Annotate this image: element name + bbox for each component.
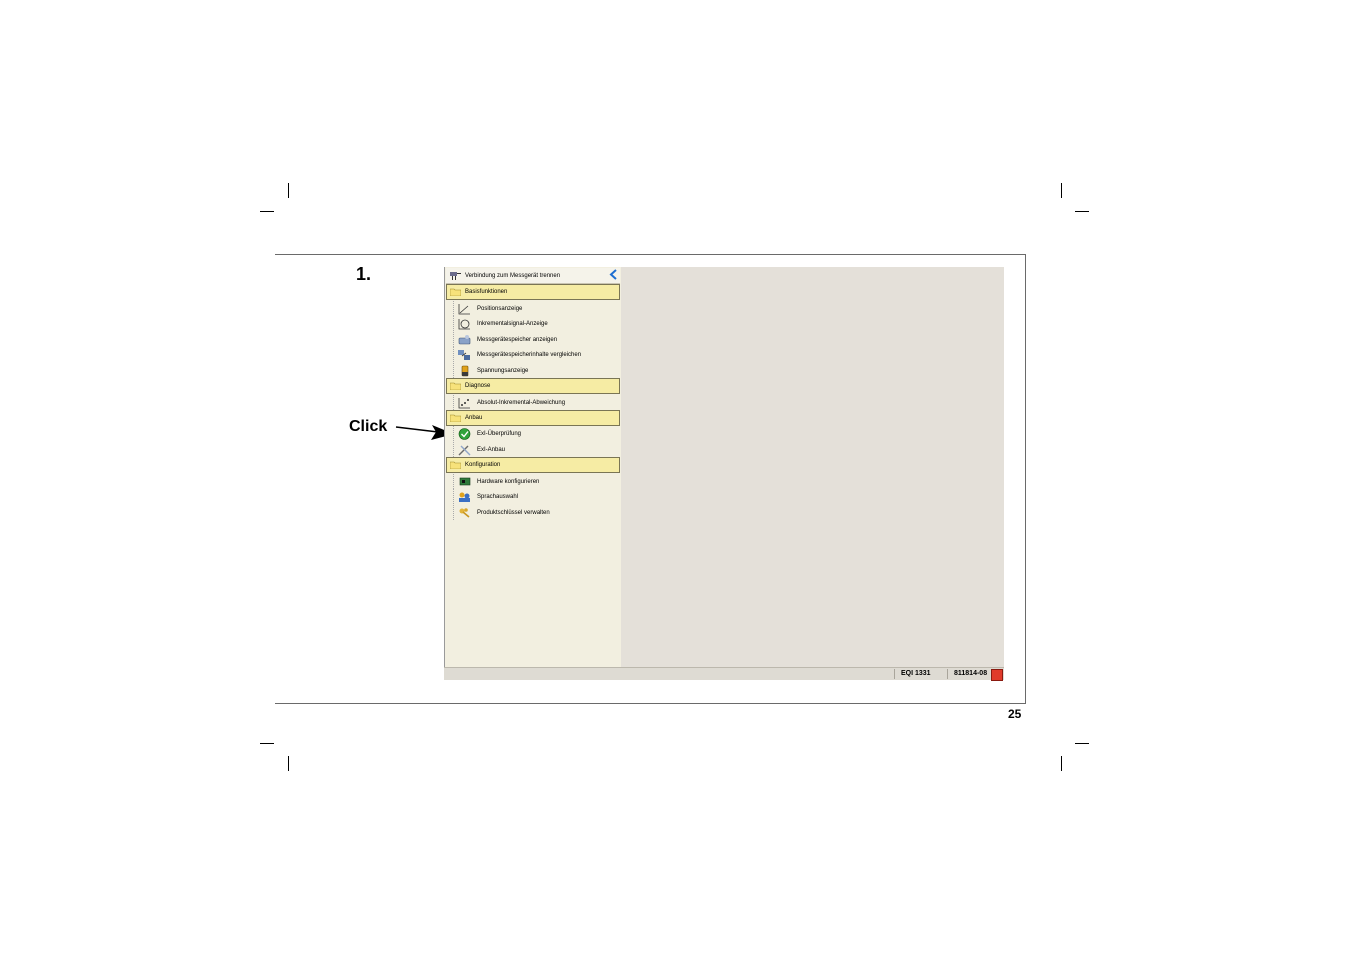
nav-item-hardware[interactable]: Hardware konfigurieren <box>453 474 539 489</box>
folder-icon <box>450 288 461 296</box>
group-label: Basisfunktionen <box>465 289 508 295</box>
nav-item-label: ExI-Anbau <box>477 446 506 453</box>
group-label: Konfiguration <box>465 462 501 468</box>
crop-mark <box>260 211 274 212</box>
disconnect-label: Verbindung zum Messgerät trennen <box>465 272 561 279</box>
app-screenshot: Verbindung zum Messgerät trennen Basisfu… <box>444 267 1004 681</box>
crop-mark <box>1075 211 1089 212</box>
crop-mark <box>288 183 289 198</box>
disconnect-plug-icon <box>450 272 461 280</box>
group-diagnose[interactable]: Diagnose <box>446 378 620 394</box>
crop-mark <box>288 756 289 771</box>
nav-item-abweichung[interactable]: Absolut-Inkremental-Abweichung <box>453 395 565 410</box>
step-number: 1. <box>356 264 372 284</box>
folder-icon <box>450 414 461 422</box>
nav-item-speicher-anzeigen[interactable]: Messgerätespeicher anzeigen <box>453 332 557 347</box>
collapse-chevron-icon[interactable] <box>608 269 618 280</box>
nav-item-label: Positionsanzeige <box>477 305 523 312</box>
language-people-icon <box>459 492 470 502</box>
folder-icon <box>450 461 461 469</box>
tools-icon <box>458 445 471 455</box>
status-device: EQI 1331 <box>894 669 931 679</box>
nav-item-speicher-vergleichen[interactable]: Messgerätespeicherinhalte vergleichen <box>453 347 581 362</box>
nav-item-positionsanzeige[interactable]: Positionsanzeige <box>453 301 522 316</box>
nav-item-label: Produktschlüssel verwalten <box>477 509 550 516</box>
product-keys-icon <box>459 507 470 518</box>
nav-item-exi-anbau[interactable]: ExI-Anbau <box>453 442 505 457</box>
status-bar: EQI 1331 811814-08 <box>444 667 1004 681</box>
nav-item-label: Inkrementalsignal-Anzeige <box>477 320 548 327</box>
page-number: 25 <box>1008 707 1022 721</box>
nav-item-label: Spannungsanzeige <box>477 367 529 374</box>
top-rule <box>275 254 1026 255</box>
group-label: Anbau <box>465 415 483 421</box>
nav-item-label: ExI-Überprüfung <box>477 430 522 437</box>
nav-item-label: Hardware konfigurieren <box>477 478 540 485</box>
hardware-board-icon <box>459 477 471 485</box>
nav-item-label: Messgerätespeicherinhalte vergleichen <box>477 351 582 358</box>
group-konfiguration[interactable]: Konfiguration <box>446 457 620 473</box>
connection-status-icon <box>991 669 1003 681</box>
group-label: Diagnose <box>465 383 491 389</box>
signal-circle-icon <box>458 318 470 329</box>
click-label: Click <box>349 418 388 435</box>
nav-item-label: Messgerätespeicher anzeigen <box>477 336 558 343</box>
voltage-battery-icon <box>461 365 469 376</box>
nav-item-sprachauswahl[interactable]: Sprachauswahl <box>453 489 518 504</box>
folder-icon <box>450 382 461 390</box>
group-basisfunktionen[interactable]: Basisfunktionen <box>446 284 620 300</box>
right-rule <box>1025 254 1026 704</box>
group-anbau[interactable]: Anbau <box>446 410 620 426</box>
nav-item-label: Sprachauswahl <box>477 493 519 500</box>
nav-item-exi-ueberpruefung[interactable]: ExI-Überprüfung <box>453 426 521 441</box>
nav-item-spannungsanzeige[interactable]: Spannungsanzeige <box>453 363 528 378</box>
navigation-panel: Verbindung zum Messgerät trennen Basisfu… <box>444 267 621 667</box>
memory-display-icon <box>458 334 471 344</box>
nav-item-produktschluessel[interactable]: Produktschlüssel verwalten <box>453 505 550 520</box>
crop-mark <box>1075 743 1089 744</box>
position-graph-icon <box>458 303 470 314</box>
nav-item-label: Absolut-Inkremental-Abweichung <box>477 399 566 406</box>
bottom-rule <box>275 703 1026 704</box>
crop-mark <box>1061 756 1062 771</box>
crop-mark <box>1061 183 1062 198</box>
check-green-icon <box>458 427 471 440</box>
crop-mark <box>260 743 274 744</box>
status-id: 811814-08 <box>947 669 987 679</box>
disconnect-header[interactable]: Verbindung zum Messgerät trennen <box>446 268 620 284</box>
nav-item-inkrementalsignal[interactable]: Inkrementalsignal-Anzeige <box>453 316 548 331</box>
memory-compare-icon <box>458 349 470 360</box>
deviation-graph-icon <box>458 397 470 408</box>
